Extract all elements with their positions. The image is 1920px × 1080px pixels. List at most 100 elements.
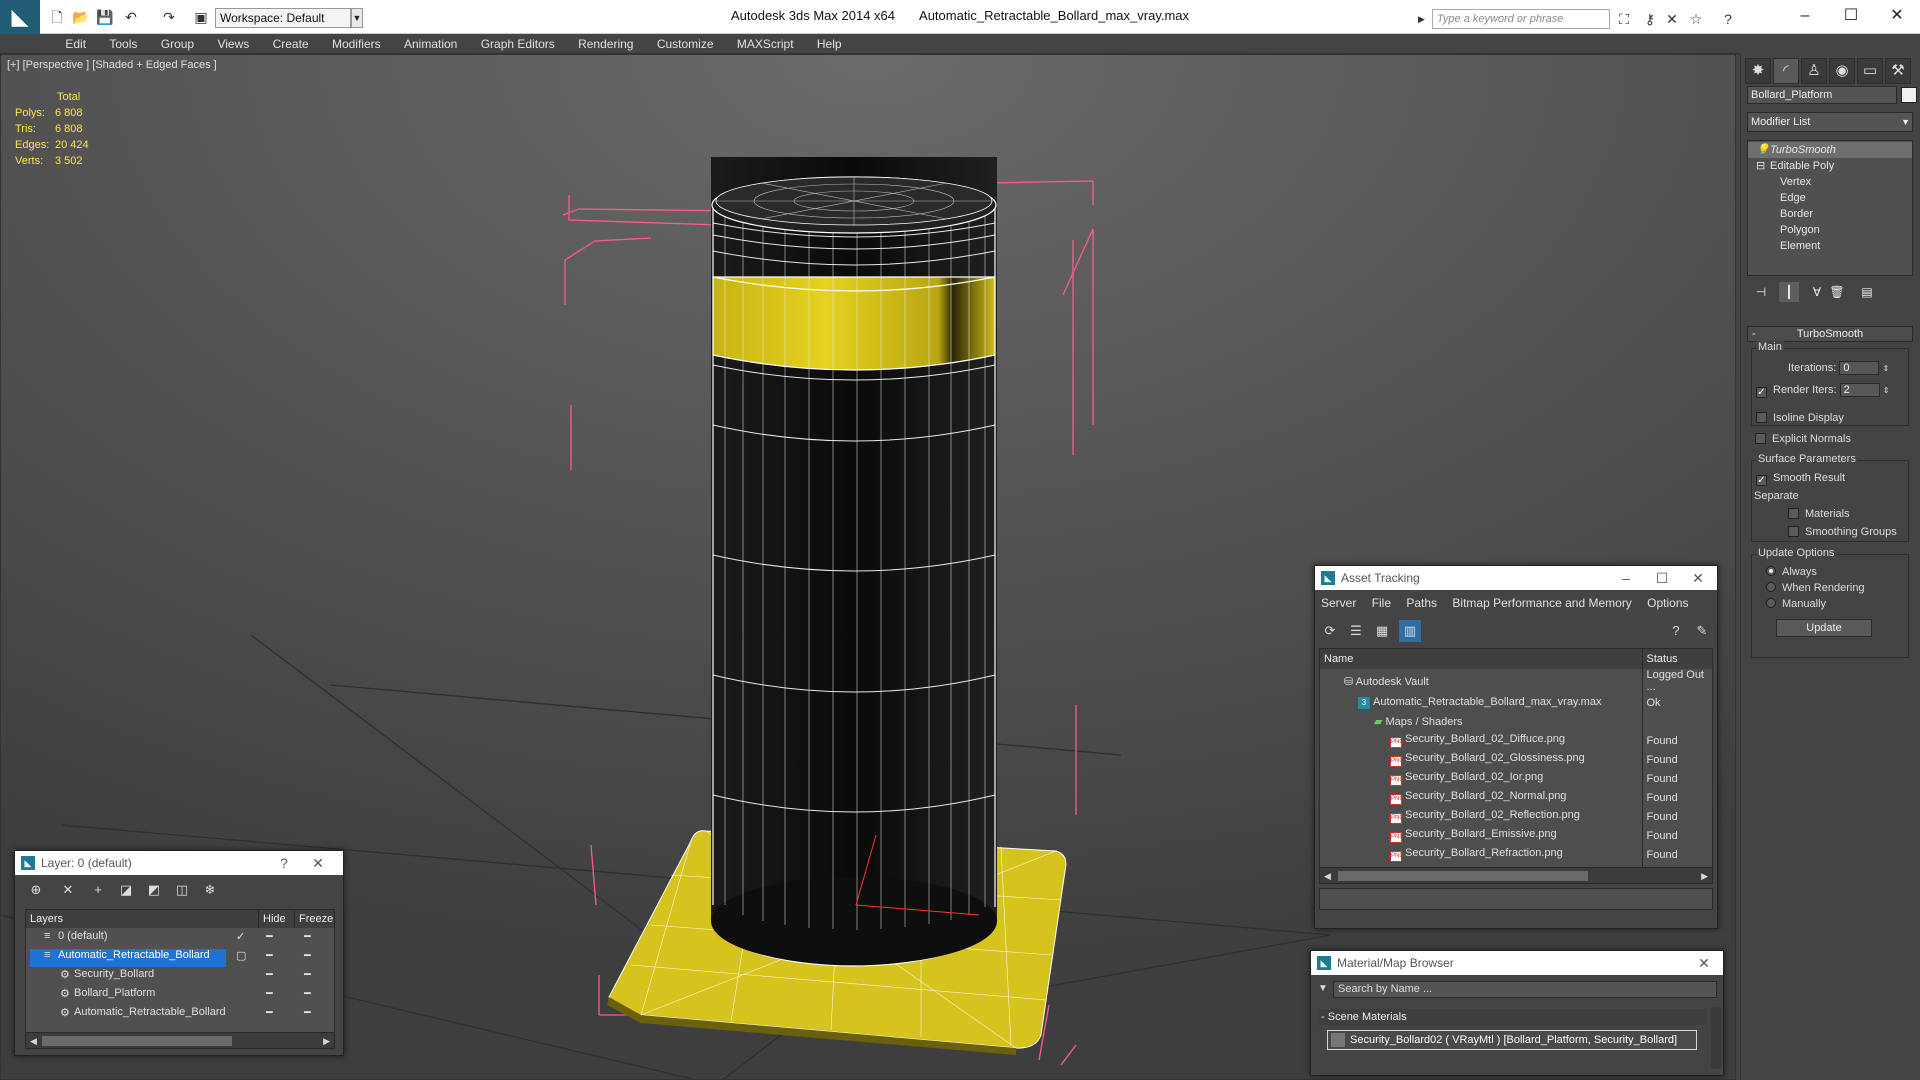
- remove-modifier-icon[interactable]: 🗑: [1827, 282, 1847, 302]
- stack-item-turbosmooth[interactable]: 💡 TurboSmooth: [1748, 142, 1912, 158]
- table-row[interactable]: ▰ Maps / Shaders: [1320, 712, 1712, 731]
- close-icon[interactable]: ✕: [1689, 951, 1719, 975]
- asset-tracking-titlebar[interactable]: ◣ Asset Tracking – ☐ ✕: [1315, 566, 1717, 590]
- help-icon[interactable]: ?: [1665, 620, 1687, 642]
- table-row[interactable]: 3 Automatic_Retractable_Bollard_max_vray.…: [1320, 693, 1712, 712]
- asset-list[interactable]: Name Status ⛁ Autodesk Vault Logged Out .…: [1319, 648, 1713, 884]
- maximize-icon[interactable]: ☐: [1828, 0, 1874, 32]
- collapse-minus-icon[interactable]: -: [1752, 327, 1756, 341]
- layer-row[interactable]: ≡ 0 (default) ✓ ━ ━: [26, 930, 334, 949]
- collapse-minus-icon[interactable]: -: [1321, 1011, 1328, 1023]
- project-folder-icon[interactable]: ▣: [192, 8, 210, 26]
- table-row[interactable]: PNGSecurity_Bollard_02_Diffuce.png Found: [1320, 731, 1712, 750]
- freeze-toggle[interactable]: ━: [304, 949, 311, 962]
- asset-menu-server[interactable]: Server: [1321, 596, 1356, 610]
- table-row[interactable]: ⛁ Autodesk Vault Logged Out ...: [1320, 669, 1712, 693]
- spinner-arrows-icon[interactable]: ⇕: [1883, 386, 1890, 395]
- smoothing-groups-checkbox[interactable]: [1788, 526, 1799, 537]
- hide-toggle[interactable]: ━: [266, 949, 273, 962]
- menu-views[interactable]: Views: [207, 34, 259, 54]
- hide-toggle[interactable]: ━: [266, 968, 273, 981]
- select-objects-icon[interactable]: ◪: [115, 879, 137, 901]
- stack-item-element[interactable]: Element: [1748, 238, 1912, 254]
- show-end-result-icon[interactable]: ┃: [1779, 282, 1799, 302]
- explicit-normals-checkbox[interactable]: [1755, 433, 1766, 444]
- list-view-icon[interactable]: ☰: [1345, 620, 1367, 642]
- stack-item-editable-poly[interactable]: ⊟ Editable Poly: [1748, 158, 1912, 174]
- help-icon[interactable]: ?: [1718, 9, 1738, 29]
- scroll-right-icon[interactable]: ▶: [1701, 868, 1708, 883]
- col-layers-header[interactable]: Layers: [30, 910, 63, 928]
- hierarchy-tab-icon[interactable]: ♙: [1801, 58, 1827, 84]
- scroll-left-icon[interactable]: ◀: [1324, 868, 1331, 883]
- render-iters-checkbox[interactable]: ✓: [1756, 387, 1767, 398]
- redo-icon[interactable]: ↷: [160, 8, 178, 26]
- menu-help[interactable]: Help: [807, 34, 852, 54]
- table-row[interactable]: PNGSecurity_Bollard_02_Ior.png Found: [1320, 769, 1712, 788]
- always-radio[interactable]: [1766, 566, 1776, 576]
- layer-row[interactable]: ≡ Automatic_Retractable_Bollard ▢ ━ ━: [26, 949, 334, 968]
- communication-icon[interactable]: ✕: [1662, 9, 1682, 29]
- motion-tab-icon[interactable]: ◉: [1829, 58, 1855, 84]
- layer-manager-titlebar[interactable]: ◣ Layer: 0 (default) ? ✕: [15, 851, 343, 875]
- search-input[interactable]: Type a keyword or phrase: [1432, 9, 1610, 29]
- update-button[interactable]: Update: [1776, 619, 1872, 637]
- object-color-swatch[interactable]: [1901, 87, 1917, 103]
- stack-item-border[interactable]: Border: [1748, 206, 1912, 222]
- horizontal-scrollbar[interactable]: ◀ ▶: [26, 1032, 334, 1048]
- table-row[interactable]: PNGSecurity_Bollard_02_Glossiness.png Fou…: [1320, 750, 1712, 769]
- manually-radio[interactable]: [1766, 598, 1776, 608]
- create-layer-icon[interactable]: ⊕: [25, 879, 47, 901]
- scene-materials-header[interactable]: - Scene Materials: [1317, 1009, 1707, 1025]
- pin-stack-icon[interactable]: ⊣: [1751, 282, 1771, 302]
- menu-graph-editors[interactable]: Graph Editors: [471, 34, 565, 54]
- material-browser-titlebar[interactable]: ◣ Material/Map Browser ✕: [1311, 951, 1723, 975]
- table-row[interactable]: PNGSecurity_Bollard_02_Normal.png Found: [1320, 788, 1712, 807]
- asset-menu-file[interactable]: File: [1372, 596, 1391, 610]
- when-rendering-radio[interactable]: [1766, 582, 1776, 592]
- stack-item-edge[interactable]: Edge: [1748, 190, 1912, 206]
- iterations-spinner[interactable]: 0: [1839, 361, 1880, 376]
- asset-menu-options[interactable]: Options: [1647, 596, 1688, 610]
- configure-modifier-sets-icon[interactable]: ▤: [1857, 282, 1877, 302]
- materials-checkbox[interactable]: [1788, 508, 1799, 519]
- vertical-scrollbar[interactable]: [1711, 1007, 1721, 1069]
- maximize-icon[interactable]: ☐: [1647, 566, 1677, 590]
- modifier-stack[interactable]: 💡 TurboSmooth ⊟ Editable Poly Vertex Edge …: [1747, 140, 1913, 276]
- browser-options-icon[interactable]: ▼: [1315, 981, 1331, 997]
- light-bulb-icon[interactable]: 💡: [1756, 142, 1770, 158]
- col-freeze-header[interactable]: Freeze: [294, 910, 333, 928]
- hide-toggle[interactable]: ━: [266, 930, 273, 943]
- close-icon[interactable]: ✕: [303, 851, 333, 875]
- chevron-down-icon[interactable]: ▼: [1901, 113, 1910, 131]
- menu-rendering[interactable]: Rendering: [568, 34, 643, 54]
- menu-customize[interactable]: Customize: [647, 34, 724, 54]
- highlight-layer-icon[interactable]: ◩: [143, 879, 165, 901]
- hide-toggle[interactable]: ━: [266, 987, 273, 1000]
- table-view-icon[interactable]: ▥: [1399, 620, 1421, 642]
- render-iters-spinner[interactable]: 2: [1839, 383, 1880, 398]
- active-layer-check-icon[interactable]: ✓: [236, 930, 245, 943]
- app-logo-icon[interactable]: ◣: [0, 0, 40, 34]
- menu-group[interactable]: Group: [151, 34, 204, 54]
- modifier-list-dropdown[interactable]: Modifier List ▼: [1747, 112, 1913, 132]
- stack-item-vertex[interactable]: Vertex: [1748, 174, 1912, 190]
- layer-list[interactable]: Layers Hide Freeze ≡ 0 (default) ✓ ━ ━ ≡ Auto…: [25, 909, 335, 1049]
- create-tab-icon[interactable]: ✸: [1745, 58, 1771, 84]
- col-name-header[interactable]: Name: [1320, 649, 1643, 669]
- undo-icon[interactable]: ↶: [122, 8, 140, 26]
- layer-row[interactable]: ⚙ Security_Bollard ━ ━: [26, 968, 334, 987]
- isoline-checkbox[interactable]: [1756, 412, 1767, 423]
- col-status-header[interactable]: Status: [1642, 649, 1712, 669]
- make-unique-icon[interactable]: ∀: [1807, 282, 1827, 302]
- material-item[interactable]: Security_Bollard02 ( VRayMtl ) [Bollard_…: [1327, 1030, 1697, 1050]
- menu-create[interactable]: Create: [263, 34, 319, 54]
- minimize-icon[interactable]: –: [1611, 566, 1641, 590]
- freeze-all-layers-icon[interactable]: ❄: [199, 879, 221, 901]
- minimize-icon[interactable]: –: [1782, 0, 1828, 32]
- asset-path-field[interactable]: [1319, 888, 1713, 910]
- freeze-toggle[interactable]: ━: [304, 987, 311, 1000]
- modify-tab-icon[interactable]: ◜: [1773, 58, 1799, 84]
- open-file-icon[interactable]: 📂: [72, 8, 90, 26]
- refresh-icon[interactable]: ⟳: [1319, 620, 1341, 642]
